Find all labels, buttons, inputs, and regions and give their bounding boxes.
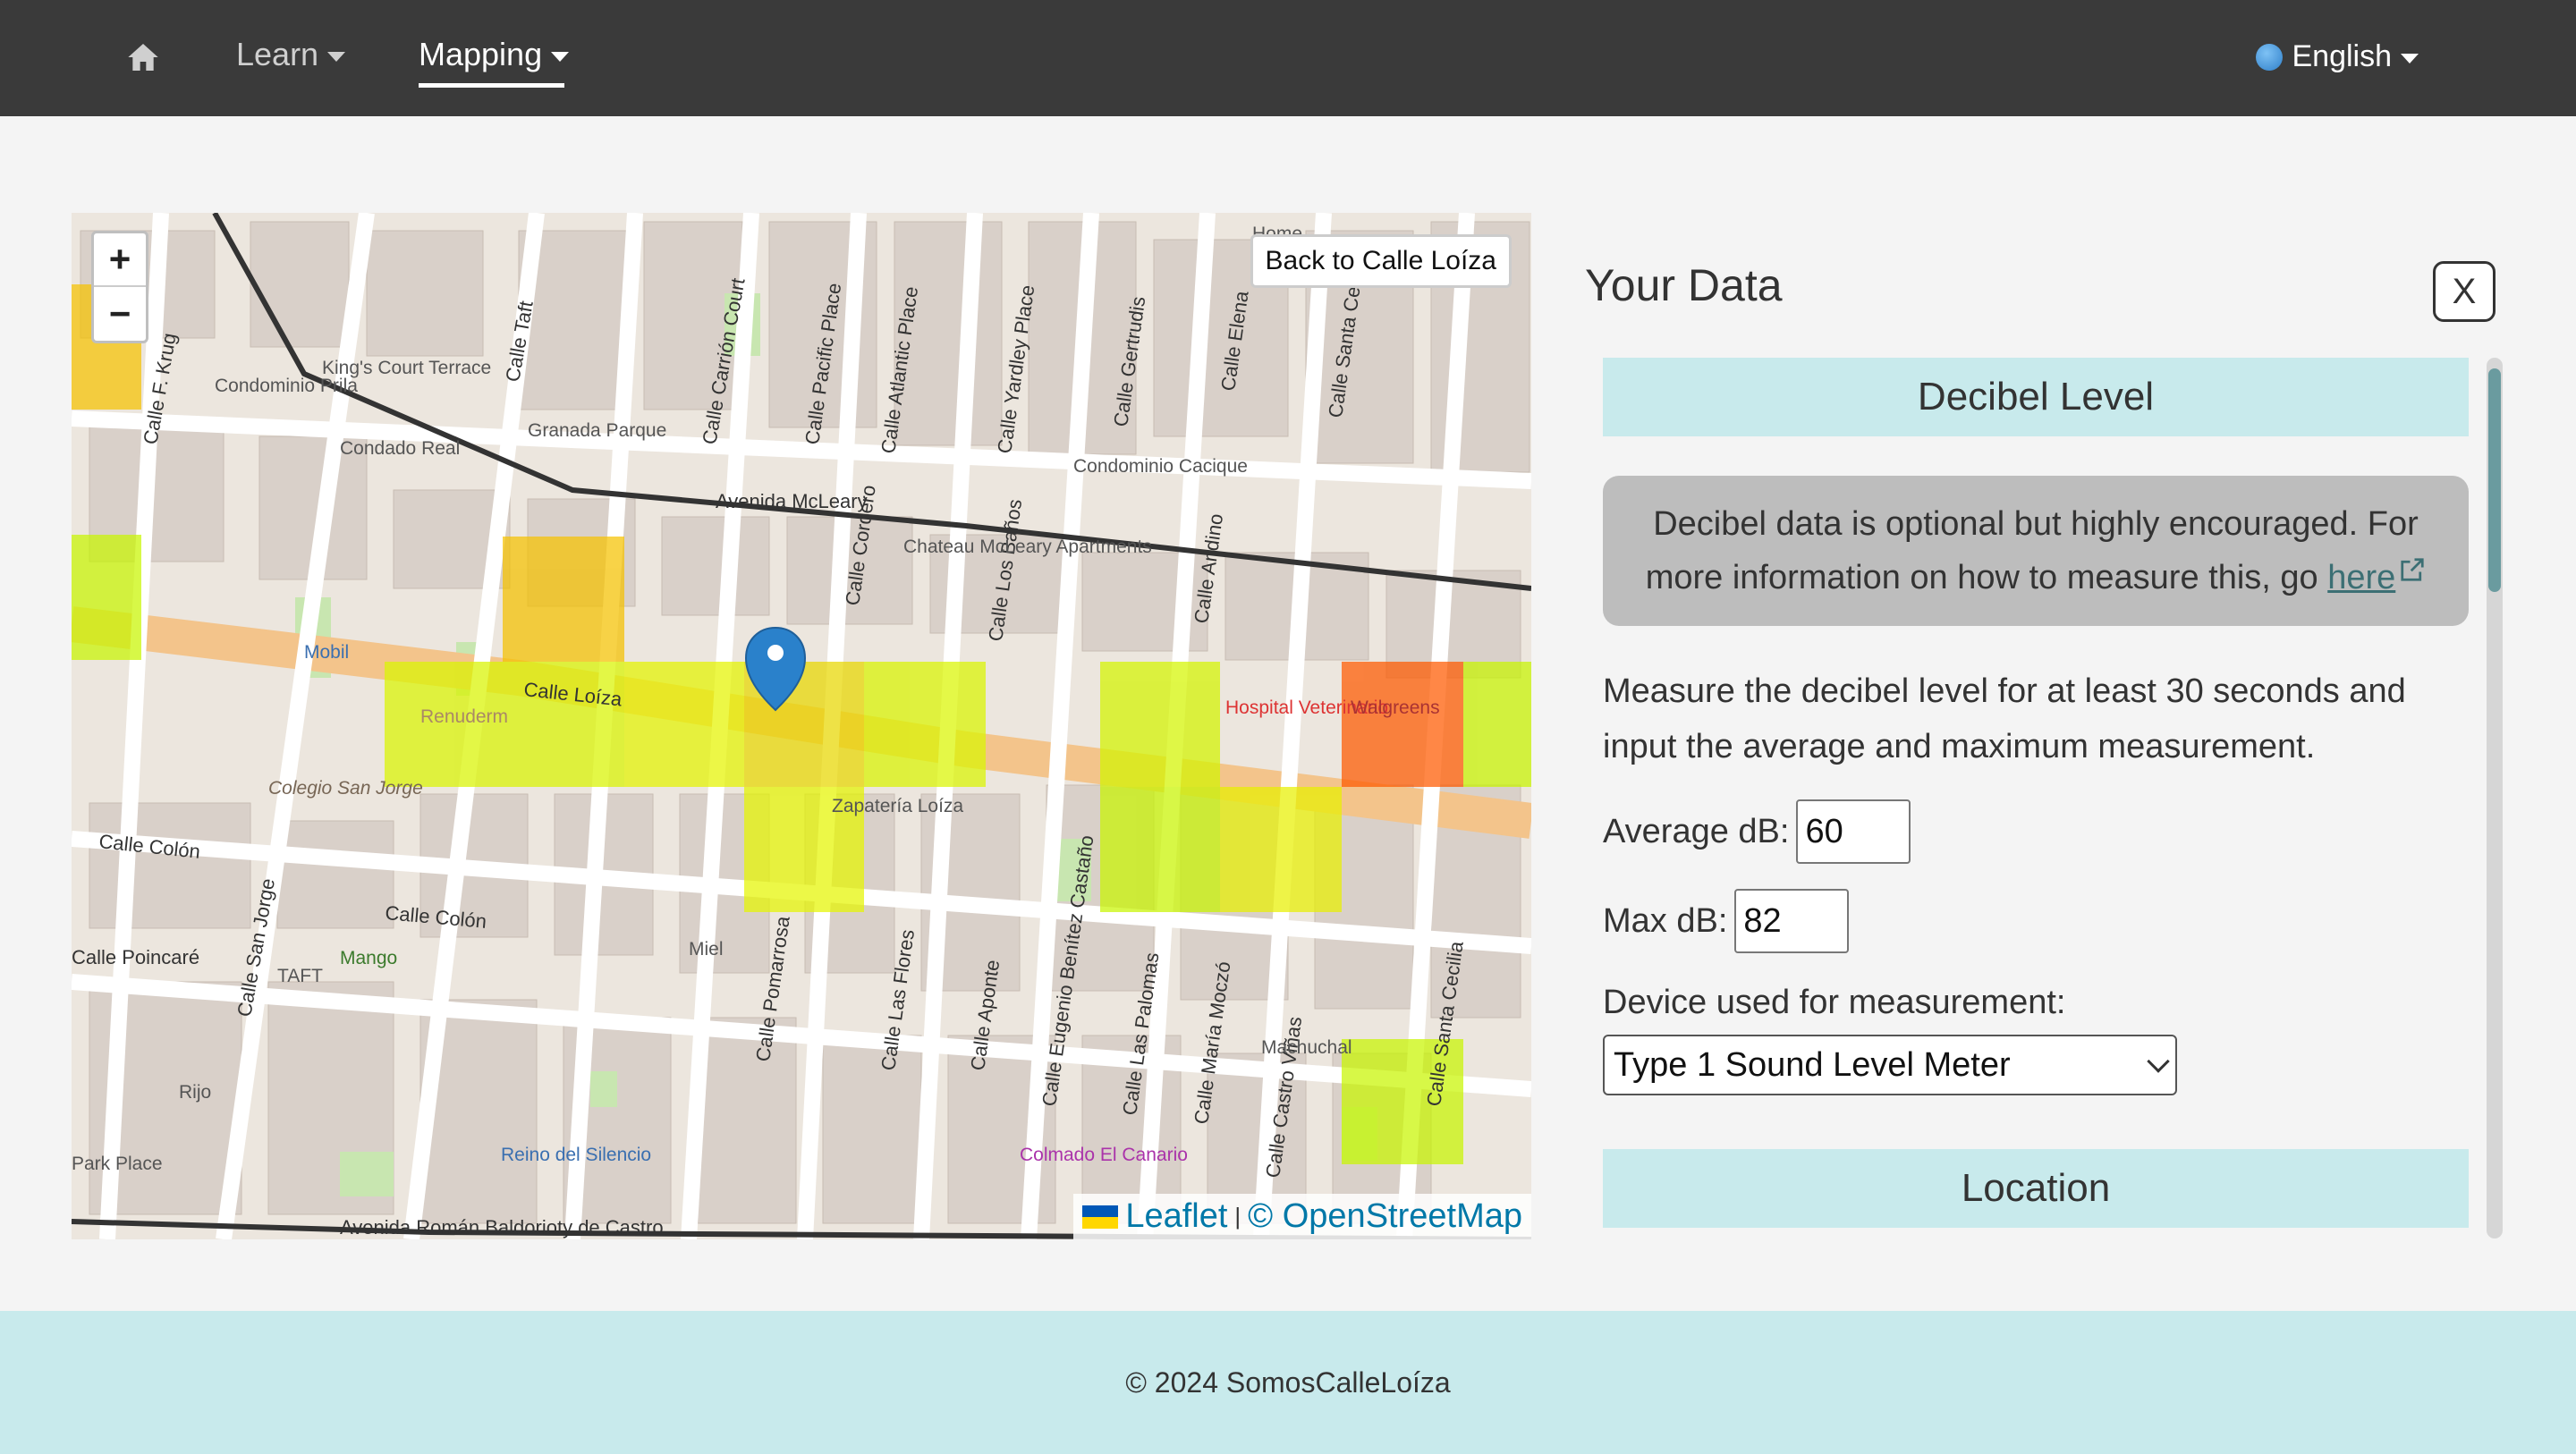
footer-copyright: © 2024 SomosCalleLoíza <box>1125 1365 1451 1399</box>
leaflet-link[interactable]: Leaflet <box>1125 1197 1227 1236</box>
openstreetmap-link[interactable]: © OpenStreetMap <box>1248 1197 1522 1236</box>
place-label: Mango <box>340 948 397 968</box>
info-link[interactable]: here <box>2327 559 2395 596</box>
ukraine-flag-icon <box>1082 1205 1119 1229</box>
top-navbar: Learn Mapping English <box>0 0 2576 116</box>
map-attribution: Leaflet | © OpenStreetMap <box>1073 1194 1531 1239</box>
nav-mapping-label: Mapping <box>419 36 543 72</box>
place-label: Machuchal <box>1261 1037 1352 1058</box>
noise-cell <box>1220 787 1342 912</box>
map-tiles: Avenida McLeary Calle Loíza Calle Colón … <box>72 213 1531 1239</box>
street-label: Avenida McLeary <box>716 490 868 512</box>
place-label: Reino del Silencio <box>501 1145 651 1165</box>
place-label: Condado Real <box>340 438 460 459</box>
noise-cell <box>1463 662 1531 787</box>
place-label: Miel <box>689 939 724 959</box>
decibel-section-header: Decibel Level <box>1603 358 2469 436</box>
place-label: Chateau McLeary Apartments <box>903 537 1152 557</box>
caret-down-icon <box>2401 54 2419 63</box>
noise-cell <box>624 662 744 787</box>
data-form-scroll-area[interactable]: Decibel Level Decibel data is optional b… <box>1603 358 2470 1238</box>
average-db-row: Average dB: <box>1603 799 2470 864</box>
place-label: TAFT <box>277 966 323 986</box>
location-section-header: Location <box>1603 1149 2469 1228</box>
noise-map[interactable]: Avenida McLeary Calle Loíza Calle Colón … <box>72 213 1531 1239</box>
place-label: Colegio San Jorge <box>268 778 423 799</box>
nav-learn-dropdown[interactable]: Learn <box>236 36 346 73</box>
place-label: Colmado El Canario <box>1020 1145 1188 1165</box>
language-label: English <box>2292 39 2392 73</box>
device-select[interactable]: Type 1 Sound Level Meter <box>1603 1035 2177 1095</box>
place-label: King's Court Terrace <box>322 358 491 378</box>
noise-cell <box>72 535 141 660</box>
street-label: Avenida Román Baldorioty de Castro <box>340 1216 664 1238</box>
noise-cell <box>503 662 624 787</box>
noise-cell <box>503 537 624 662</box>
globe-icon <box>2256 43 2284 71</box>
noise-cell <box>1100 787 1220 912</box>
footer: © 2024 SomosCalleLoíza <box>0 1311 2576 1454</box>
home-icon[interactable] <box>125 39 161 75</box>
decibel-info-box: Decibel data is optional but highly enco… <box>1603 476 2469 626</box>
scrollbar-thumb[interactable] <box>2488 368 2501 592</box>
back-to-calle-loiza-button[interactable]: Back to Calle Loíza <box>1250 234 1512 288</box>
zoom-control: + − <box>91 231 148 343</box>
chevron-down-icon <box>2147 1050 2170 1073</box>
zoom-out-button[interactable]: − <box>94 287 146 341</box>
place-label: Renuderm <box>420 706 508 727</box>
place-label: Mobil <box>304 642 349 663</box>
place-label: Park Place <box>72 1154 163 1174</box>
nav-learn-label: Learn <box>236 36 319 72</box>
attribution-separator: | <box>1234 1203 1241 1230</box>
max-db-input[interactable] <box>1734 889 1850 953</box>
panel-scrollbar[interactable] <box>2487 358 2503 1238</box>
device-label: Device used for measurement: <box>1603 984 2066 1021</box>
place-label: Rijo <box>179 1082 211 1103</box>
external-link-icon <box>2401 558 2424 581</box>
device-selected-value: Type 1 Sound Level Meter <box>1614 1045 2011 1084</box>
place-label: Walgreens <box>1351 697 1440 718</box>
nav-mapping-dropdown[interactable]: Mapping <box>419 36 570 73</box>
noise-cell <box>864 662 986 787</box>
place-label: Condominio Cacique <box>1073 456 1248 477</box>
street-label: Calle Poincaré <box>72 946 199 968</box>
caret-down-icon <box>551 51 570 62</box>
noise-cell <box>1100 662 1220 787</box>
average-db-input[interactable] <box>1796 799 1911 864</box>
max-db-row: Max dB: <box>1603 889 2470 953</box>
panel-title: Your Data <box>1585 260 1783 310</box>
close-panel-button[interactable]: X <box>2433 261 2496 322</box>
zoom-in-button[interactable]: + <box>94 233 146 287</box>
caret-down-icon <box>327 51 346 62</box>
active-nav-underline <box>419 83 564 88</box>
max-db-label: Max dB: <box>1603 901 1728 940</box>
place-label: Granada Parque <box>528 420 666 441</box>
place-label: Zapatería Loíza <box>832 796 963 816</box>
language-dropdown[interactable]: English <box>2256 39 2419 74</box>
place-label: Condominio Prila <box>215 376 358 396</box>
info-text: Decibel data is optional but highly enco… <box>1645 505 2419 596</box>
average-db-label: Average dB: <box>1603 812 1790 850</box>
noise-cell <box>1342 662 1463 787</box>
decibel-instructions: Measure the decibel level for at least 3… <box>1603 672 2406 765</box>
